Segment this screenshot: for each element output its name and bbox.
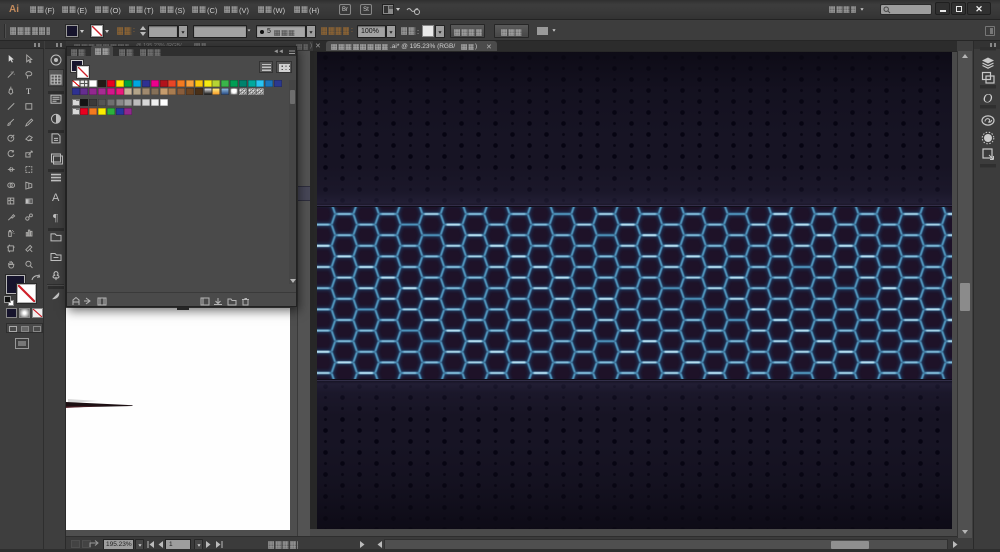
svg-text:T: T xyxy=(26,86,32,96)
svg-text:O: O xyxy=(983,91,993,106)
svg-text:¶: ¶ xyxy=(53,212,58,224)
svg-text:A: A xyxy=(52,192,60,204)
